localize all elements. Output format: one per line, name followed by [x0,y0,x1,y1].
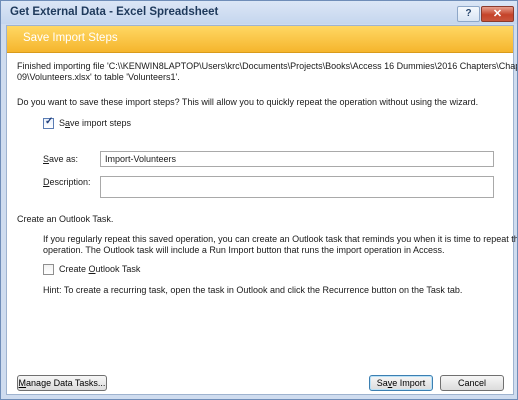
outlook-heading: Create an Outlook Task. [17,214,114,224]
dialog-content: Save Import Steps Finished importing fil… [6,25,518,395]
save-as-field[interactable]: Import-Volunteers [100,151,494,167]
save-as-label: Save as: [43,154,79,164]
create-outlook-task-label[interactable]: Create Outlook Task [59,264,140,274]
create-outlook-task-checkbox[interactable] [43,264,54,275]
save-import-steps-checkbox[interactable]: ✓ [43,116,54,129]
outlook-description: If you regularly repeat this saved opera… [43,234,518,256]
dialog-window: Get External Data - Excel Spreadsheet ? … [0,0,518,400]
import-summary-line-2: 09\Volunteers.xlsx' to table 'Volunteers… [17,72,180,82]
save-import-button[interactable]: Save Import [369,375,433,391]
import-summary-line-1: Finished importing file 'C:\\KENWIN8LAPT… [17,61,518,71]
save-question: Do you want to save these import steps? … [17,97,479,107]
close-button[interactable]: ✕ [481,6,514,22]
import-summary: Finished importing file 'C:\\KENWIN8LAPT… [17,61,518,83]
checkmark-icon: ✓ [45,116,54,127]
outlook-description-line-1: If you regularly repeat this saved opera… [43,234,518,244]
title-bar[interactable]: Get External Data - Excel Spreadsheet ? … [1,1,517,24]
description-field[interactable] [100,176,494,198]
outlook-description-line-2: operation. The Outlook task will include… [43,245,445,255]
description-label: Description: [43,177,91,187]
cancel-button[interactable]: Cancel [440,375,504,391]
save-import-steps-label[interactable]: Save import steps [59,118,131,128]
banner-title: Save Import Steps [23,32,118,44]
manage-data-tasks-button[interactable]: Manage Data Tasks... [17,375,107,391]
banner: Save Import Steps [7,26,513,53]
recurrence-hint: Hint: To create a recurring task, open t… [43,285,463,295]
help-button[interactable]: ? [457,6,480,22]
window-title: Get External Data - Excel Spreadsheet [10,6,219,18]
